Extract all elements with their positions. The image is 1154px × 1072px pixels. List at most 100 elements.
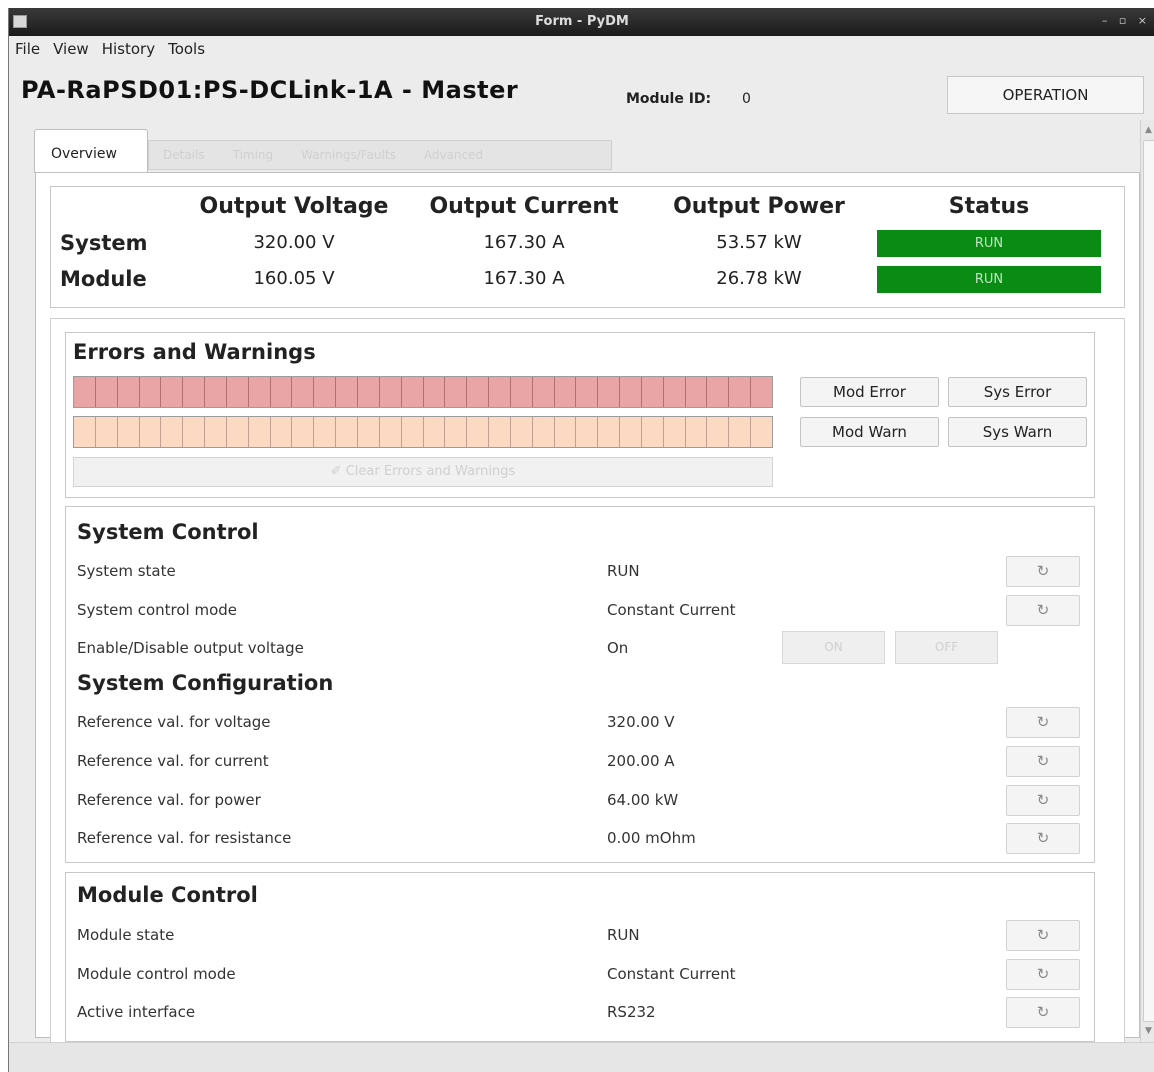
error-led	[357, 377, 380, 407]
error-led	[729, 377, 752, 407]
warning-led	[489, 417, 511, 447]
scrollbar-thumb[interactable]	[1143, 140, 1154, 1022]
error-led	[576, 377, 599, 407]
output-voltage-enable-value: On	[607, 639, 629, 657]
refresh-icon: ↻	[1036, 562, 1050, 580]
warning-led	[205, 417, 227, 447]
window-controls[interactable]: – ▫ ×	[1102, 14, 1151, 27]
error-led	[685, 377, 708, 407]
system-control-title: System Control	[77, 520, 259, 544]
ref-resistance-label: Reference val. for resistance	[77, 829, 292, 847]
error-led	[292, 377, 315, 407]
error-led-bar	[73, 376, 773, 408]
header-output-power: Output Power	[673, 194, 845, 219]
menu-history[interactable]: History	[96, 38, 162, 62]
error-led	[510, 377, 533, 407]
error-led	[423, 377, 446, 407]
warning-led	[248, 417, 271, 447]
tab-content: Output Voltage Output Current Output Pow…	[35, 172, 1140, 1048]
ref-power-value: 64.00 kW	[607, 791, 679, 809]
system-output-current: 167.30 A	[483, 232, 565, 253]
active-interface-refresh-button[interactable]: ↻	[1006, 997, 1080, 1028]
clear-errors-button: ✐ Clear Errors and Warnings	[73, 457, 773, 487]
error-led	[314, 377, 337, 407]
vertical-scrollbar[interactable]: ▲ ▼	[1140, 120, 1154, 1042]
warning-led	[95, 417, 118, 447]
header-output-current: Output Current	[429, 194, 619, 219]
menu-file[interactable]: File	[9, 38, 47, 62]
warning-led	[117, 417, 140, 447]
error-led	[663, 377, 686, 407]
warning-led	[314, 417, 337, 447]
error-led	[379, 377, 402, 407]
warning-led	[139, 417, 162, 447]
system-status-indicator: RUN	[877, 230, 1101, 257]
error-led	[205, 377, 227, 407]
system-state-label: System state	[77, 562, 176, 580]
system-output-power: 53.57 kW	[716, 232, 802, 253]
clear-errors-label: Clear Errors and Warnings	[345, 464, 516, 479]
overview-panel: Output Voltage Output Current Output Pow…	[50, 186, 1125, 308]
system-control-mode-label: System control mode	[77, 601, 238, 619]
mod-error-button[interactable]: Mod Error	[800, 377, 939, 407]
refresh-icon: ↻	[1036, 926, 1050, 944]
menu-tools[interactable]: Tools	[162, 38, 212, 62]
menu-bar: File View History Tools	[9, 38, 212, 62]
warning-led	[445, 417, 468, 447]
ref-resistance-refresh-button[interactable]: ↻	[1006, 823, 1080, 854]
error-led	[598, 377, 621, 407]
module-control-mode-refresh-button[interactable]: ↻	[1006, 959, 1080, 990]
ref-voltage-refresh-button[interactable]: ↻	[1006, 707, 1080, 738]
module-state-label: Module state	[77, 926, 175, 944]
tab-warnings-faults: Warnings/Faults	[301, 148, 396, 162]
app-window: Form - PyDM – ▫ × File View History Tool…	[8, 8, 1154, 1072]
ref-power-refresh-button[interactable]: ↻	[1006, 785, 1080, 816]
ref-voltage-value: 320.00 V	[607, 713, 675, 731]
warning-led-bar	[73, 416, 773, 448]
scroll-down-icon[interactable]: ▼	[1145, 1026, 1152, 1036]
mod-warn-button[interactable]: Mod Warn	[800, 417, 939, 447]
tab-overview[interactable]: Overview	[34, 129, 148, 173]
error-led	[336, 377, 358, 407]
error-led	[467, 377, 490, 407]
system-output-voltage: 320.00 V	[253, 232, 335, 253]
active-interface-label: Active interface	[77, 1003, 196, 1021]
module-state-refresh-button[interactable]: ↻	[1006, 920, 1080, 951]
refresh-icon: ↻	[1036, 1003, 1050, 1021]
refresh-icon: ↻	[1036, 601, 1050, 619]
active-interface-value: RS232	[607, 1003, 656, 1021]
module-output-current: 167.30 A	[483, 268, 565, 289]
warning-led	[161, 417, 184, 447]
error-led	[226, 377, 249, 407]
system-state-refresh-button[interactable]: ↻	[1006, 556, 1080, 587]
warning-led	[663, 417, 686, 447]
error-led	[401, 377, 424, 407]
error-led	[117, 377, 140, 407]
operation-mode-button[interactable]: OPERATION	[947, 76, 1144, 114]
warning-led	[554, 417, 577, 447]
error-led	[641, 377, 664, 407]
sys-error-button[interactable]: Sys Error	[948, 377, 1087, 407]
module-id-value: 0	[742, 91, 751, 107]
warning-led	[729, 417, 752, 447]
page-title: PA-RaPSD01:PS-DCLink-1A - Master	[21, 76, 519, 104]
row-label-system: System	[60, 231, 148, 255]
module-control-group: Module Control Module state RUN ↻ Module…	[65, 872, 1095, 1042]
warning-led	[357, 417, 380, 447]
status-bar	[9, 1042, 1154, 1072]
ref-current-refresh-button[interactable]: ↻	[1006, 746, 1080, 777]
error-led	[445, 377, 468, 407]
system-control-mode-refresh-button[interactable]: ↻	[1006, 595, 1080, 626]
warning-led	[576, 417, 599, 447]
scroll-up-icon[interactable]: ▲	[1145, 125, 1152, 135]
module-control-title: Module Control	[77, 883, 258, 907]
warning-led	[423, 417, 446, 447]
error-led	[74, 377, 96, 407]
system-control-group: System Control System state RUN ↻ System…	[65, 506, 1095, 863]
eraser-icon: ✐	[330, 464, 346, 479]
tab-timing: Timing	[232, 148, 274, 162]
errors-warnings-title: Errors and Warnings	[73, 340, 316, 364]
menu-view[interactable]: View	[47, 38, 96, 62]
sys-warn-button[interactable]: Sys Warn	[948, 417, 1087, 447]
error-led	[620, 377, 642, 407]
